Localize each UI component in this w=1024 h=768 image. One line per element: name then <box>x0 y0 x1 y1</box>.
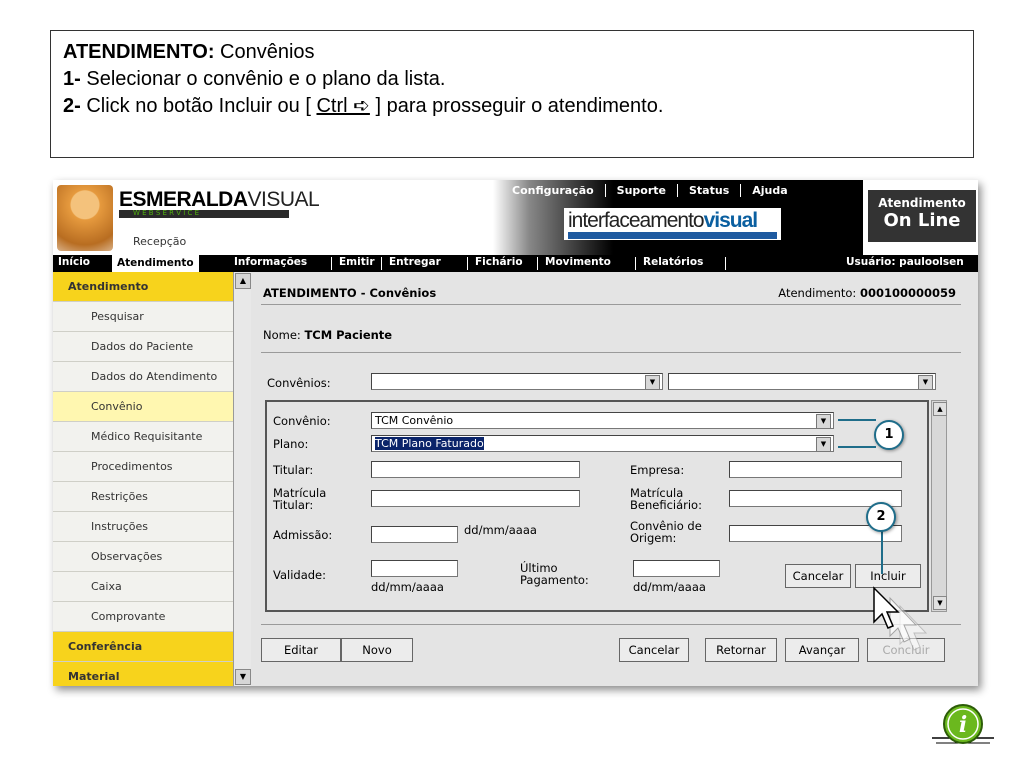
matricula-titular-label: Matrícula Titular: <box>273 486 327 512</box>
sidebar-item-comprovante[interactable]: Comprovante <box>53 602 233 632</box>
convenio-origem-label: Convênio de Origem: <box>630 519 702 545</box>
convenio-select[interactable]: TCM Convênio ▼ <box>371 412 834 429</box>
dropdown-arrow-icon[interactable]: ▼ <box>645 375 660 389</box>
sidebar-item-dados-atendimento[interactable]: Dados do Atendimento <box>53 362 233 392</box>
instruction-step-1: 1- Selecionar o convênio e o plano da li… <box>63 68 446 90</box>
ultimo-pagamento-date-hint: dd/mm/aaaa <box>633 580 706 594</box>
sidebar-item-convenio[interactable]: Convênio <box>53 392 233 422</box>
plano-label: Plano: <box>273 437 309 451</box>
top-links: Configuração Suporte Status Ajuda <box>501 184 799 197</box>
app-header: ESMERALDAVISUAL W E B S E R V I C E Rece… <box>53 180 978 255</box>
callout-1: 1 <box>874 420 904 450</box>
edit-button[interactable]: Editar <box>261 638 341 662</box>
validade-input[interactable] <box>371 560 458 577</box>
instruction-box: ATENDIMENTO: Convênios 1- Selecionar o c… <box>50 30 974 158</box>
ultimo-pagamento-input[interactable] <box>633 560 720 577</box>
sidebar-item-restricoes[interactable]: Restrições <box>53 482 233 512</box>
nav-fichario[interactable]: Fichário <box>475 256 523 268</box>
sidebar-item-procedimentos[interactable]: Procedimentos <box>53 452 233 482</box>
validade-date-hint: dd/mm/aaaa <box>371 580 444 594</box>
sidebar-item-caixa[interactable]: Caixa <box>53 572 233 602</box>
convenios-select-2[interactable]: ▼ <box>668 373 936 390</box>
admissao-date-hint: dd/mm/aaaa <box>464 523 537 537</box>
advance-button[interactable]: Avançar <box>785 638 859 662</box>
validade-label: Validade: <box>273 568 327 582</box>
sidebar-item-dados-paciente[interactable]: Dados do Paciente <box>53 332 233 362</box>
sidebar-section-material[interactable]: Material <box>53 662 233 686</box>
titular-label: Titular: <box>273 463 314 477</box>
callout-1-line-top <box>838 419 876 421</box>
nav-relatorios[interactable]: Relatórios <box>643 256 703 268</box>
form-cancel-button[interactable]: Cancelar <box>785 564 851 588</box>
reception-label: Recepção <box>133 235 187 248</box>
convenios-label: Convênios: <box>267 376 331 390</box>
interfaceamento-visual-logo: interfaceamentovisual <box>564 208 781 240</box>
svg-text:i: i <box>959 712 967 738</box>
return-button[interactable]: Retornar <box>705 638 777 662</box>
current-user: Usuário: pauloolsen <box>846 256 964 268</box>
matricula-titular-input[interactable] <box>371 490 580 507</box>
link-configuracao[interactable]: Configuração <box>501 184 606 197</box>
admissao-label: Admissão: <box>273 528 333 542</box>
ultimo-pagamento-label: Último Pagamento: <box>520 561 589 587</box>
dropdown-arrow-icon[interactable]: ▼ <box>816 437 831 451</box>
logo-subtitle-bar: W E B S E R V I C E <box>119 209 289 218</box>
include-button[interactable]: Incluir <box>855 564 921 588</box>
convenios-select-1[interactable]: ▼ <box>371 373 663 390</box>
nav-inicio[interactable]: Início <box>58 256 90 268</box>
link-suporte[interactable]: Suporte <box>606 184 678 197</box>
sidebar-item-medico-requisitante[interactable]: Médico Requisitante <box>53 422 233 452</box>
sidebar: Atendimento Pesquisar Dados do Paciente … <box>53 272 233 686</box>
page-title: ATENDIMENTO - Convênios <box>263 286 437 300</box>
instruction-step-2: 2- Click no botão Incluir ou [ Ctrl ➪ ] … <box>63 95 664 117</box>
receptionist-photo <box>57 185 113 251</box>
admissao-input[interactable] <box>371 526 458 543</box>
scroll-up-icon[interactable]: ▲ <box>235 273 251 289</box>
sidebar-section-conferencia[interactable]: Conferência <box>53 632 233 662</box>
scroll-up-icon[interactable]: ▲ <box>933 402 947 416</box>
convenio-label: Convênio: <box>273 414 331 428</box>
atendimento-online-badge: Atendimento On Line <box>868 190 976 242</box>
plano-select[interactable]: TCM Plano Faturado ▼ <box>371 435 834 452</box>
sidebar-item-observacoes[interactable]: Observações <box>53 542 233 572</box>
titular-input[interactable] <box>371 461 580 478</box>
nav-informacoes[interactable]: Informações <box>234 256 307 268</box>
empresa-input[interactable] <box>729 461 902 478</box>
empresa-label: Empresa: <box>630 463 685 477</box>
matricula-beneficiario-label: Matrícula Beneficiário: <box>630 486 702 512</box>
cancel-button[interactable]: Cancelar <box>619 638 689 662</box>
pointer-cursor-icon <box>873 586 928 651</box>
nome-label: Nome: TCM Paciente <box>263 328 393 342</box>
callout-1-line-bottom <box>838 446 876 448</box>
new-button[interactable]: Novo <box>341 638 413 662</box>
main-nav: Início Atendimento Informações Emitir En… <box>53 255 978 272</box>
sidebar-section-atendimento[interactable]: Atendimento <box>53 272 233 302</box>
scroll-down-icon[interactable]: ▼ <box>933 596 947 610</box>
scroll-down-icon[interactable]: ▼ <box>235 669 251 685</box>
app-window: ESMERALDAVISUAL W E B S E R V I C E Rece… <box>53 180 978 686</box>
link-ajuda[interactable]: Ajuda <box>741 184 798 197</box>
callout-2: 2 <box>866 502 896 532</box>
main-content: ATENDIMENTO - Convênios Atendimento: 000… <box>253 276 968 682</box>
nav-movimento[interactable]: Movimento <box>545 256 611 268</box>
dropdown-arrow-icon[interactable]: ▼ <box>918 375 933 389</box>
instruction-title: ATENDIMENTO: Convênios <box>63 41 315 63</box>
sidebar-scrollbar[interactable]: ▲ ▼ <box>233 272 251 686</box>
dropdown-arrow-icon[interactable]: ▼ <box>816 414 831 428</box>
sidebar-item-instrucoes[interactable]: Instruções <box>53 512 233 542</box>
sidebar-item-pesquisar[interactable]: Pesquisar <box>53 302 233 332</box>
callout-2-line <box>881 530 883 574</box>
nav-atendimento[interactable]: Atendimento <box>112 255 199 272</box>
info-icon[interactable]: i <box>932 702 994 752</box>
nav-emitir[interactable]: Emitir <box>339 256 375 268</box>
link-status[interactable]: Status <box>678 184 742 197</box>
form-scrollbar[interactable]: ▲ ▼ <box>931 400 947 612</box>
nav-entregar[interactable]: Entregar <box>389 256 441 268</box>
atendimento-number: Atendimento: 000100000059 <box>778 286 956 300</box>
